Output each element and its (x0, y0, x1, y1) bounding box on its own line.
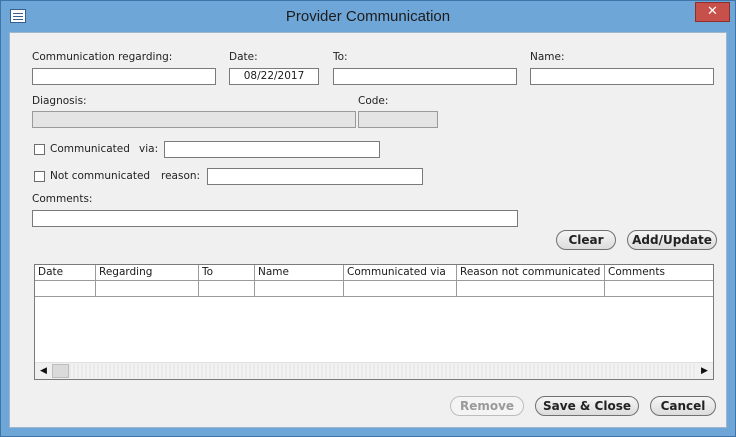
communicated-via-field[interactable] (164, 141, 380, 158)
provider-communication-window: Provider Communication ✕ Communication r… (0, 0, 736, 437)
column-header-reason-not-communicated[interactable]: Reason not communicated (457, 265, 605, 281)
communicated-label: Communicated (50, 143, 130, 155)
scroll-right-arrow-icon[interactable]: ▶ (697, 364, 712, 379)
table-cell[interactable] (96, 281, 199, 297)
communications-grid[interactable]: Date Regarding To Name Communicated via … (34, 264, 714, 380)
date-field[interactable]: 08/22/2017 (229, 68, 319, 85)
table-cell[interactable] (344, 281, 457, 297)
to-field[interactable] (333, 68, 517, 85)
save-close-button[interactable]: Save & Close (535, 396, 639, 416)
code-field[interactable] (358, 111, 438, 128)
communication-regarding-field[interactable] (32, 68, 216, 85)
cancel-button[interactable]: Cancel (650, 396, 716, 416)
scrollbar-thumb[interactable] (52, 364, 69, 378)
table-cell[interactable] (255, 281, 344, 297)
column-header-to[interactable]: To (199, 265, 255, 281)
table-cell[interactable] (457, 281, 605, 297)
to-label: To: (333, 51, 348, 63)
comments-label: Comments: (32, 193, 93, 205)
communication-regarding-label: Communication regarding: (32, 51, 173, 63)
close-button[interactable]: ✕ (695, 2, 730, 22)
not-communicated-label: Not communicated (50, 170, 151, 182)
close-icon: ✕ (707, 4, 718, 19)
horizontal-scrollbar[interactable]: ◀ ▶ (35, 362, 713, 379)
form-body: Communication regarding: Date: To: Name:… (9, 32, 727, 428)
table-cell[interactable] (605, 281, 713, 297)
scroll-left-arrow-icon[interactable]: ◀ (36, 364, 51, 379)
name-label: Name: (530, 51, 565, 63)
name-field[interactable] (530, 68, 714, 85)
diagnosis-label: Diagnosis: (32, 95, 87, 107)
column-header-comments[interactable]: Comments (605, 265, 713, 281)
clear-button[interactable]: Clear (556, 230, 616, 250)
code-label: Code: (358, 95, 389, 107)
column-header-communicated-via[interactable]: Communicated via (344, 265, 457, 281)
remove-button[interactable]: Remove (450, 396, 524, 416)
table-cell[interactable] (199, 281, 255, 297)
title-bar[interactable]: Provider Communication ✕ (1, 1, 735, 31)
add-update-button[interactable]: Add/Update (627, 230, 717, 250)
reason-field[interactable] (207, 168, 423, 185)
column-header-date[interactable]: Date (35, 265, 96, 281)
column-header-regarding[interactable]: Regarding (96, 265, 199, 281)
communicated-checkbox[interactable] (34, 144, 45, 155)
via-label: via: (139, 143, 159, 155)
table-cell[interactable] (35, 281, 96, 297)
scrollbar-track[interactable] (69, 364, 696, 378)
not-communicated-checkbox[interactable] (34, 171, 45, 182)
date-label: Date: (229, 51, 258, 63)
window-title: Provider Communication (285, 8, 451, 25)
diagnosis-field[interactable] (32, 111, 356, 128)
column-header-name[interactable]: Name (255, 265, 344, 281)
reason-label: reason: (161, 170, 201, 182)
comments-field[interactable] (32, 210, 518, 227)
